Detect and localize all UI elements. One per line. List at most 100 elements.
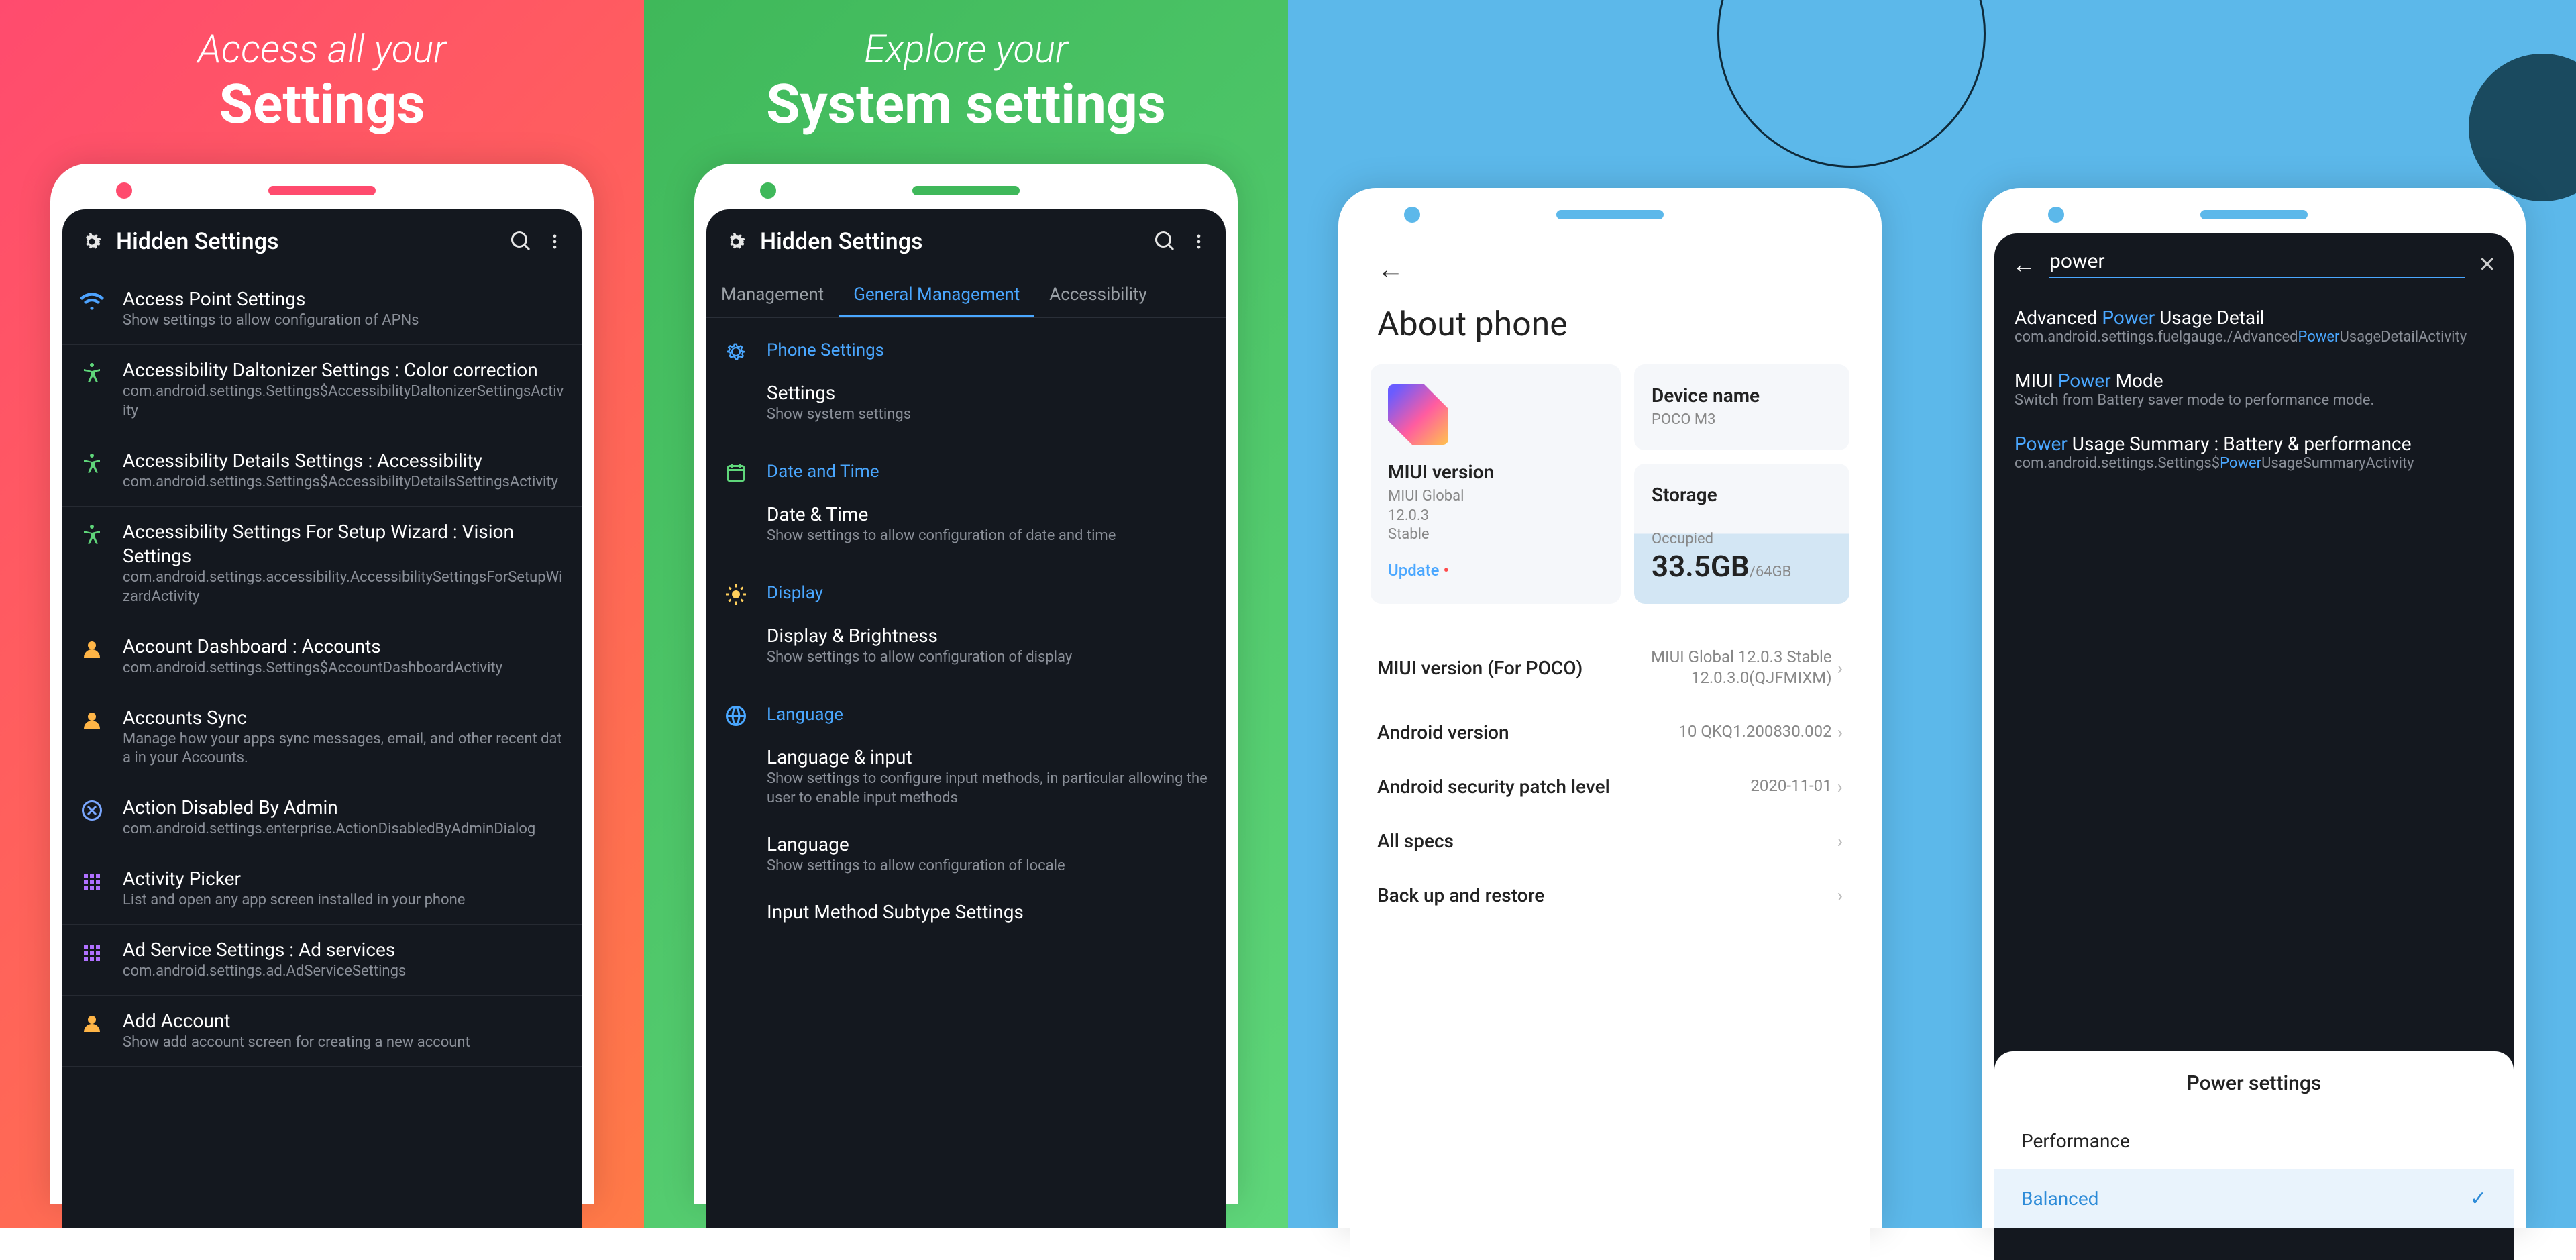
list-item[interactable]: Accessibility Details Settings : Accessi… <box>62 435 582 507</box>
a11y-icon <box>80 449 107 492</box>
sheet-option[interactable]: Performance <box>1994 1112 2514 1169</box>
speaker-slot <box>1556 210 1664 219</box>
about-row[interactable]: Android security patch level2020-11-01› <box>1377 759 1843 814</box>
tab-general-management[interactable]: General Management <box>839 274 1034 317</box>
section-label: Display <box>767 583 823 603</box>
result-sub: com.android.settings.Settings$PowerUsage… <box>2015 455 2493 472</box>
section-header: Phone Settings <box>706 318 1226 372</box>
section-item[interactable]: Display & BrightnessShow settings to all… <box>706 615 1226 682</box>
headline-line1: Explore your <box>766 27 1166 72</box>
account-icon <box>80 706 107 769</box>
clear-icon[interactable]: ✕ <box>2478 252 2496 277</box>
list-item[interactable]: Accessibility Daltonizer Settings : Colo… <box>62 345 582 435</box>
item-title: Access Point Settings <box>123 287 564 311</box>
about-row[interactable]: Android version10 QKQ1.200830.002› <box>1377 705 1843 759</box>
item-title: Accessibility Details Settings : Accessi… <box>123 449 564 473</box>
option-label: Performance <box>2021 1130 2130 1152</box>
item-sub: Show settings to allow configuration of … <box>123 311 564 331</box>
phone-notch <box>1994 201 2514 228</box>
wifi-icon <box>80 287 107 331</box>
back-icon[interactable]: ← <box>1377 254 1404 285</box>
phone-mock-3: ← About phone MIUI version MIUI Global 1… <box>1338 188 1882 1228</box>
result-title: MIUI Power Mode <box>2015 370 2493 392</box>
search-input[interactable]: power <box>2049 250 2465 278</box>
phone-notch <box>706 177 1226 204</box>
tab-accessibility[interactable]: Accessibility <box>1034 274 1162 317</box>
chevron-right-icon: › <box>1837 830 1843 852</box>
result-title: Power Usage Summary : Battery & performa… <box>2015 433 2493 455</box>
camera-dot <box>2048 207 2064 223</box>
headline-line2: Settings <box>198 72 446 137</box>
sheet-options: Performance Balanced✓ <box>1994 1112 2514 1228</box>
section-item[interactable]: LanguageShow settings to allow configura… <box>706 823 1226 891</box>
section-item[interactable]: Language & inputShow settings to configu… <box>706 736 1226 823</box>
item-title: Language & input <box>767 745 1208 770</box>
card-sub: MIUI Global 12.0.3 Stable <box>1388 487 1603 545</box>
phone-mock-2: Hidden Settings Management General Manag… <box>694 164 1238 1204</box>
section-item[interactable]: Date & TimeShow settings to allow config… <box>706 493 1226 561</box>
item-sub: Show system settings <box>767 405 1208 425</box>
item-title: Add Account <box>123 1009 564 1033</box>
item-sub: Show add account screen for creating a n… <box>123 1033 564 1053</box>
about-rows: MIUI version (For POCO)MIUI Global 12.0.… <box>1350 617 1870 935</box>
list-item[interactable]: Accessibility Settings For Setup Wizard … <box>62 507 582 621</box>
item-sub: Show settings to allow configuration of … <box>767 857 1208 876</box>
account-icon <box>80 1009 107 1053</box>
back-icon[interactable]: ← <box>2012 250 2036 278</box>
list-text: Accessibility Daltonizer Settings : Colo… <box>123 358 564 421</box>
row-key: MIUI version (For POCO) <box>1377 657 1617 679</box>
chevron-right-icon: › <box>1837 776 1843 798</box>
miui-version-card[interactable]: MIUI version MIUI Global 12.0.3 Stable U… <box>1371 364 1621 604</box>
about-row[interactable]: All specs› <box>1377 814 1843 868</box>
item-title: Accessibility Settings For Setup Wizard … <box>123 520 564 569</box>
device-name-card[interactable]: Device name POCO M3 <box>1634 364 1849 450</box>
list-item[interactable]: Account Dashboard : Accounts com.android… <box>62 621 582 692</box>
section-header: Date and Time <box>706 439 1226 493</box>
phone-mock-4: ← power ✕ Advanced Power Usage Detail co… <box>1982 188 2526 1228</box>
option-label: Balanced <box>2021 1188 2098 1210</box>
search-icon[interactable] <box>509 229 533 254</box>
speaker-slot <box>268 186 376 195</box>
list-item[interactable]: Add Account Show add account screen for … <box>62 996 582 1067</box>
gear-icon <box>80 229 104 254</box>
app-title: Hidden Settings <box>760 228 1141 255</box>
camera-dot <box>1404 207 1420 223</box>
item-title: Display & Brightness <box>767 624 1208 648</box>
about-row[interactable]: Back up and restore› <box>1377 868 1843 923</box>
section-item[interactable]: SettingsShow system settings <box>706 372 1226 439</box>
list-text: Accounts Sync Manage how your apps sync … <box>123 706 564 769</box>
headline-2: Explore your System settings <box>766 27 1166 137</box>
item-sub: Manage how your apps sync messages, emai… <box>123 730 564 768</box>
more-icon[interactable] <box>545 232 564 251</box>
sheet-option[interactable]: Balanced✓ <box>1994 1169 2514 1228</box>
list-item[interactable]: Ad Service Settings : Ad services com.an… <box>62 925 582 996</box>
more-icon[interactable] <box>1189 232 1208 251</box>
admin-icon <box>80 796 107 839</box>
list-item[interactable]: Accounts Sync Manage how your apps sync … <box>62 692 582 783</box>
list-item[interactable]: Access Point Settings Show settings to a… <box>62 274 582 345</box>
storage-card[interactable]: Storage Occupied 33.5GB/64GB <box>1634 464 1849 605</box>
list-text: Accessibility Details Settings : Accessi… <box>123 449 564 492</box>
item-title: Account Dashboard : Accounts <box>123 635 564 659</box>
search-result[interactable]: Advanced Power Usage Detail com.android.… <box>1994 295 2514 358</box>
search-icon[interactable] <box>1153 229 1177 254</box>
tab-management[interactable]: Management <box>706 274 839 317</box>
list-item[interactable]: Activity Picker List and open any app sc… <box>62 853 582 925</box>
speaker-slot <box>912 186 1020 195</box>
item-sub: com.android.settings.Settings$AccountDas… <box>123 659 564 678</box>
item-sub: com.android.settings.Settings$Accessibil… <box>123 382 564 421</box>
list-item[interactable]: Action Disabled By Admin com.android.set… <box>62 782 582 853</box>
update-link[interactable]: Update • <box>1388 561 1603 580</box>
search-result[interactable]: Power Usage Summary : Battery & performa… <box>1994 421 2514 484</box>
result-sub: com.android.settings.fuelgauge./Advanced… <box>2015 329 2493 346</box>
speaker-slot <box>2200 210 2308 219</box>
about-row[interactable]: MIUI version (For POCO)MIUI Global 12.0.… <box>1377 631 1843 704</box>
list-text: Access Point Settings Show settings to a… <box>123 287 564 331</box>
result-title: Advanced Power Usage Detail <box>2015 307 2493 329</box>
gear-icon <box>724 337 751 364</box>
search-result[interactable]: MIUI Power Mode Switch from Battery save… <box>1994 358 2514 421</box>
section-header: Display <box>706 561 1226 615</box>
item-title: Language <box>767 833 1208 857</box>
section-item[interactable]: Input Method Subtype Settings <box>706 891 1226 939</box>
list-text: Action Disabled By Admin com.android.set… <box>123 796 564 839</box>
